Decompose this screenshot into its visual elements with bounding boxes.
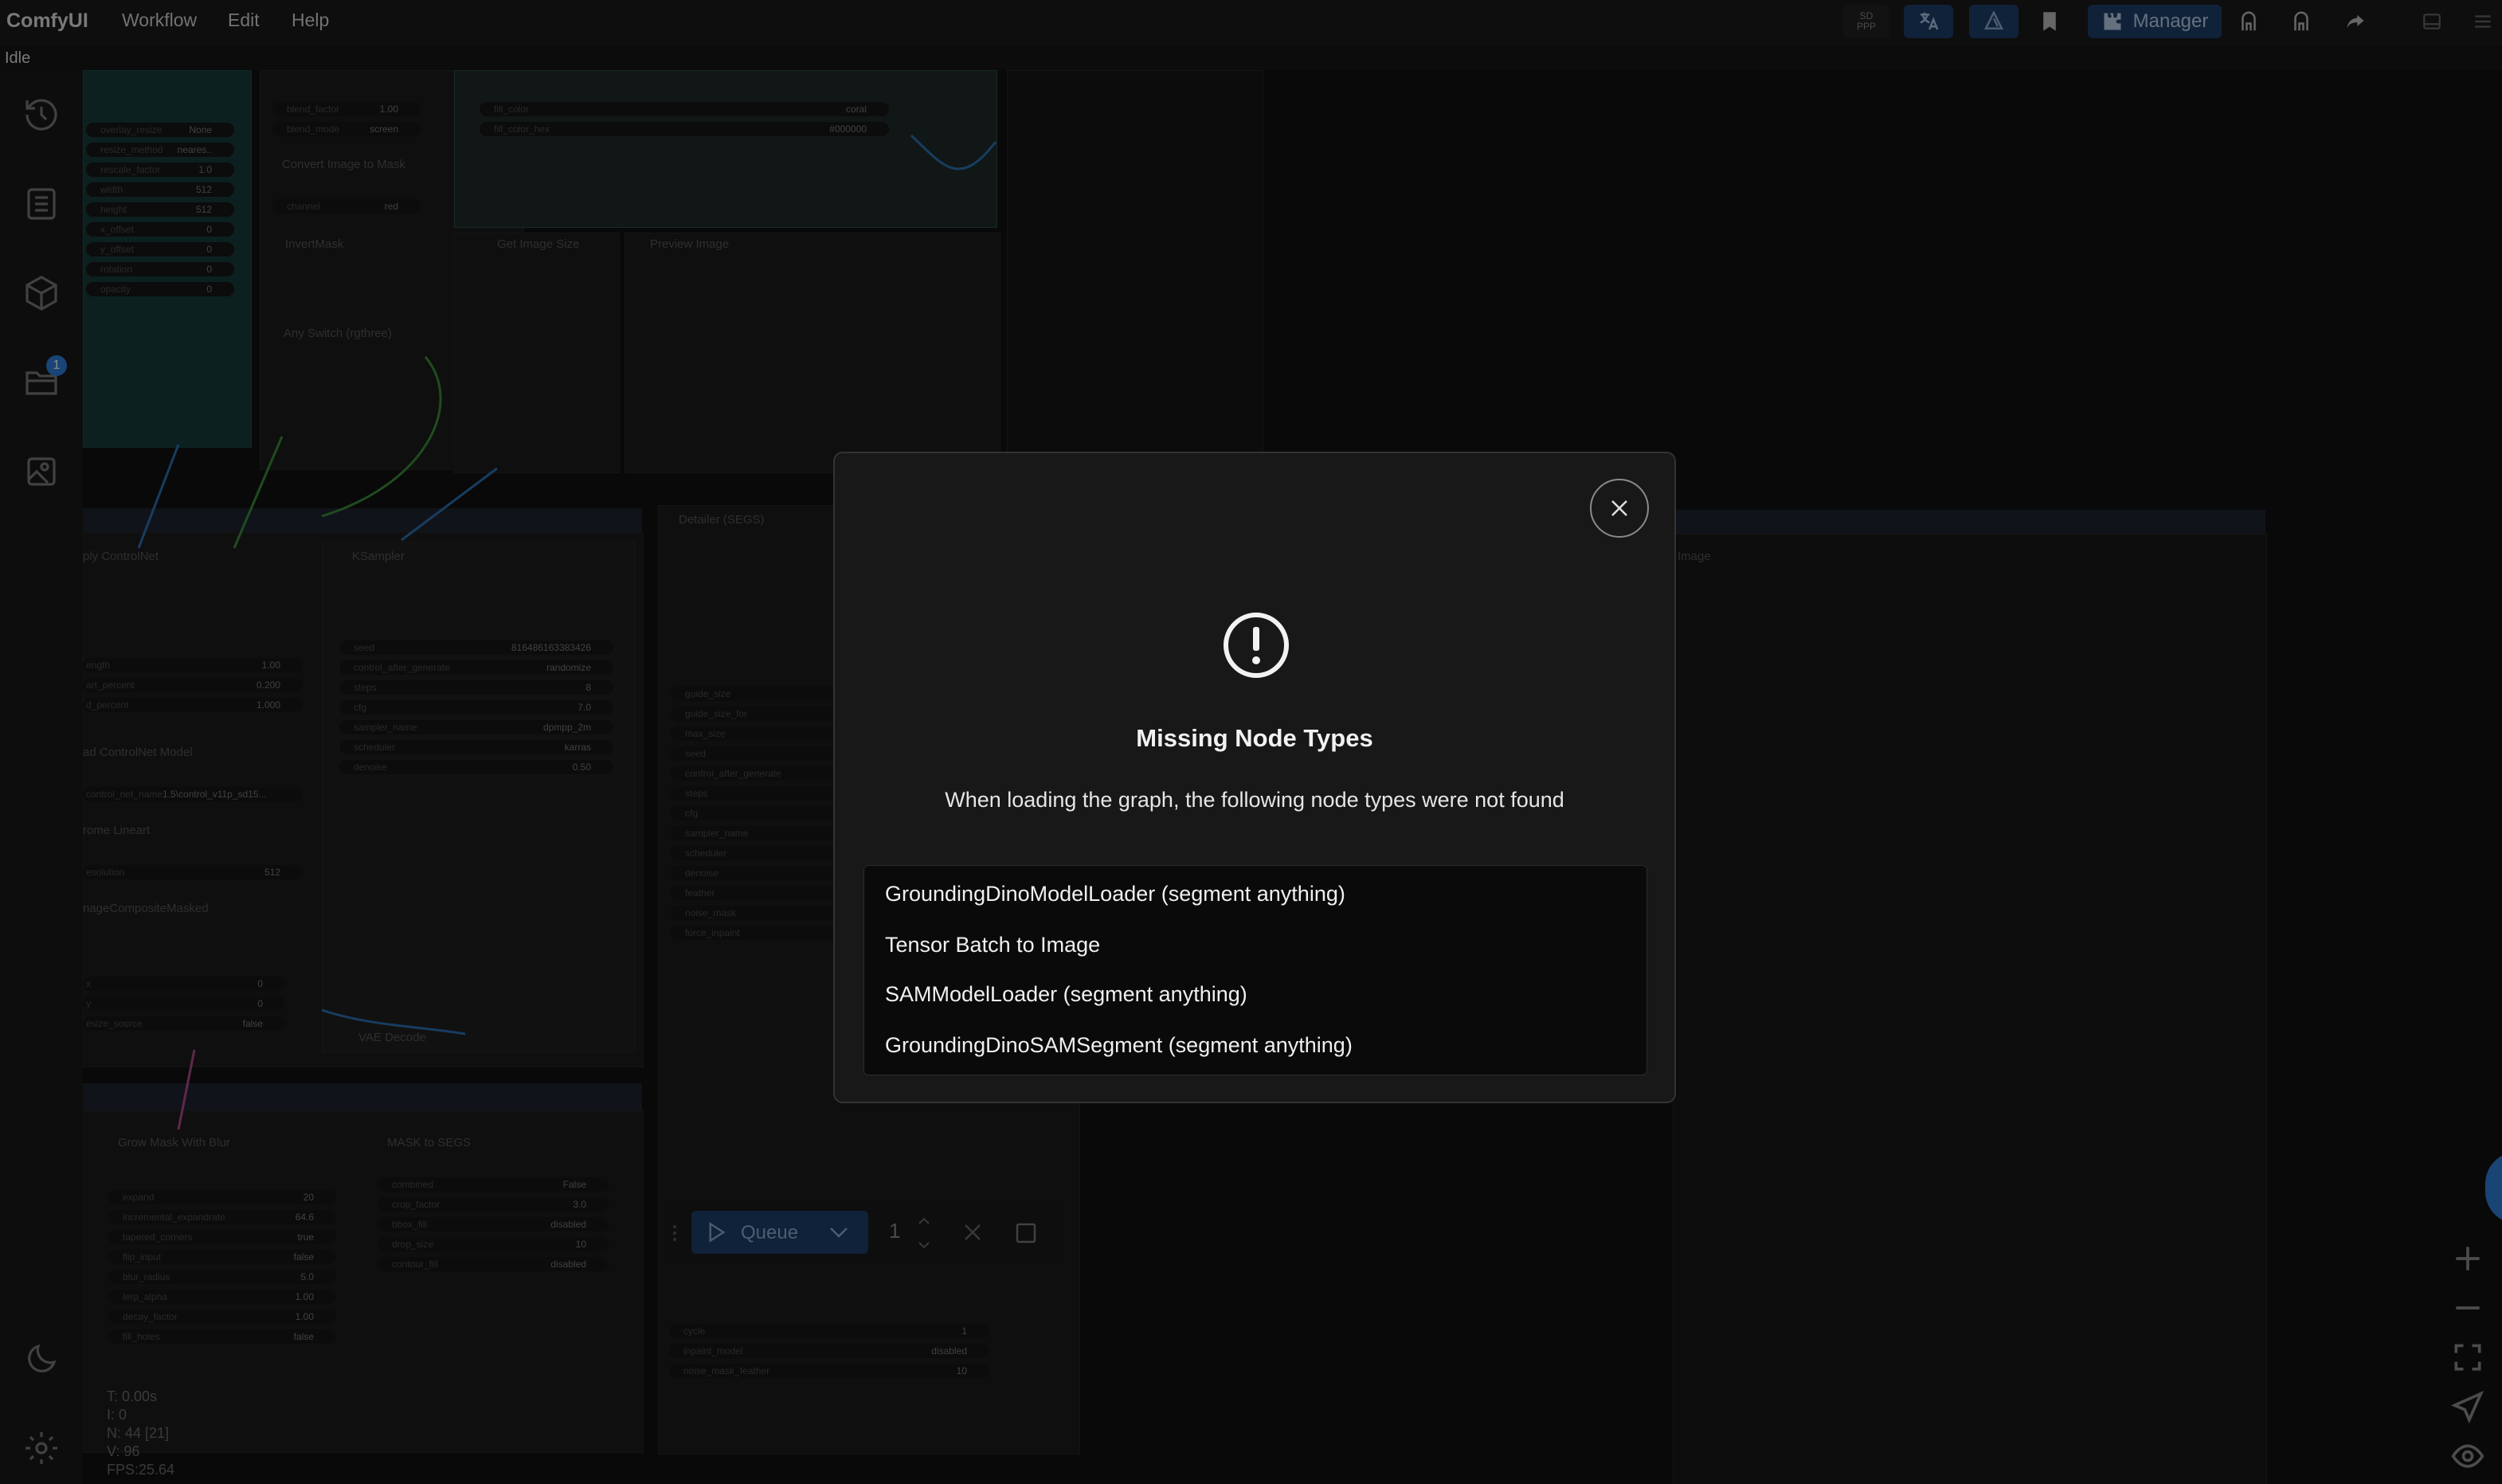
alert-icon [1224,613,1289,678]
list-item: GroundingDinoSAMSegment (segment anythin… [885,1033,1353,1057]
close-button[interactable] [1590,479,1649,538]
missing-node-list: GroundingDinoModelLoader (segment anythi… [863,865,1647,1075]
dialog-title: Missing Node Types [1136,724,1373,752]
list-item: GroundingDinoModelLoader (segment anythi… [885,882,1345,906]
list-item: Tensor Batch to Image [885,933,1101,957]
missing-nodes-dialog: Missing Node Types When loading the grap… [833,452,1676,1103]
dialog-message: When loading the graph, the following no… [945,788,1564,812]
close-icon [1611,500,1627,516]
list-item: SAMModelLoader (segment anything) [885,982,1247,1006]
